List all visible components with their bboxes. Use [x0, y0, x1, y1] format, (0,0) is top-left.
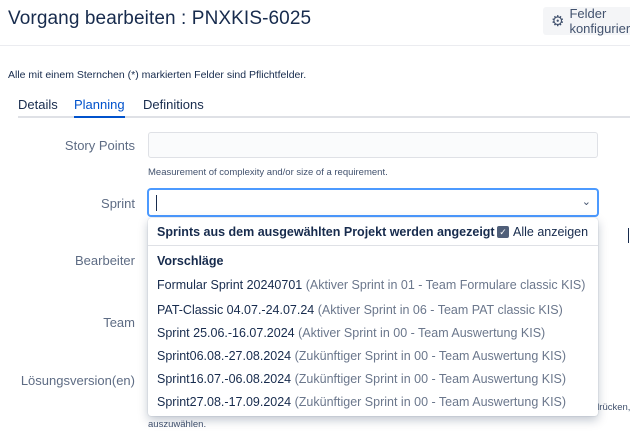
configure-fields-button[interactable]: ⚙ Felder konfigurieren — [543, 6, 630, 36]
story-points-input[interactable] — [148, 132, 598, 158]
sprint-option-info: (Zukünftiger Sprint in 00 - Team Auswert… — [294, 395, 567, 409]
sprint-option-name: Sprint06.08.-27.08.2024 — [157, 349, 292, 363]
sprint-option-name: Formular Sprint 20240701 — [157, 278, 303, 292]
text-caret — [156, 195, 157, 211]
sprint-option[interactable]: Formular Sprint 20240701 (Aktiver Sprint… — [157, 278, 585, 292]
sprint-option-name: Sprint 25.06.-16.07.2024 — [157, 326, 295, 340]
sprint-option-name: Sprint27.08.-17.09.2024 — [157, 395, 292, 409]
gear-icon: ⚙ — [551, 12, 565, 30]
tab-definitions[interactable]: Definitions — [143, 97, 204, 118]
required-fields-note: Alle mit einem Sternchen (*) markierten … — [8, 69, 307, 81]
sprint-option-info: (Zukünftiger Sprint in 00 - Team Auswert… — [294, 349, 567, 363]
sprint-option[interactable]: Sprint06.08.-27.08.2024 (Zukünftiger Spr… — [157, 349, 566, 363]
suggestions-group-label: Vorschläge — [157, 254, 224, 268]
show-all-checkbox-label[interactable]: Alle anzeigen — [513, 225, 588, 239]
sprint-option[interactable]: Sprint27.08.-17.09.2024 (Zukünftiger Spr… — [157, 395, 566, 409]
sprint-option[interactable]: PAT-Classic 04.07.-24.07.24 (Aktiver Spr… — [157, 303, 563, 317]
tab-details[interactable]: Details — [18, 97, 58, 118]
sprint-option-name: PAT-Classic 04.07.-24.07.24 — [157, 303, 315, 317]
sprint-option-info: (Zukünftiger Sprint in 00 - Team Auswert… — [294, 372, 567, 386]
check-icon[interactable]: ✓ — [497, 226, 509, 238]
sprint-option[interactable]: Sprint16.07.-06.08.2024 (Zukünftiger Spr… — [157, 372, 566, 386]
tab-planning[interactable]: Planning — [74, 97, 125, 118]
bearbeiter-label: Bearbeiter — [75, 253, 135, 268]
loesungsversion-help-text: auszuwählen. — [148, 419, 207, 430]
sprint-option-info: (Aktiver Sprint in 01 - Team Formulare c… — [305, 278, 586, 292]
tab-bar: Details Planning Definitions — [18, 97, 630, 118]
team-label: Team — [103, 315, 135, 330]
story-points-label: Story Points — [64, 138, 135, 153]
dropdown-header-text: Sprints aus dem ausgewählten Projekt wer… — [157, 225, 495, 239]
dialog-header: Vorgang bearbeiten : PNXKIS-6025 ⚙ Felde… — [0, 0, 630, 46]
configure-fields-label: Felder konfigurieren — [569, 6, 630, 36]
dropdown-header: Sprints aus dem ausgewählten Projekt wer… — [148, 218, 598, 246]
sprint-option-info: (Aktiver Sprint in 06 - Team PAT classic… — [317, 303, 563, 317]
sprint-option[interactable]: Sprint 25.06.-16.07.2024 (Aktiver Sprint… — [157, 326, 545, 340]
text-caret — [628, 228, 629, 243]
sprint-label: Sprint — [101, 196, 135, 211]
sprint-option-info: (Aktiver Sprint in 00 - Team Auswertung … — [298, 326, 546, 340]
sprint-option-name: Sprint16.07.-06.08.2024 — [157, 372, 292, 386]
loesungsversion-help-fragment: drücken, — [594, 402, 630, 413]
story-points-description: Measurement of complexity and/or size of… — [148, 167, 388, 178]
dialog-title: Vorgang bearbeiten : PNXKIS-6025 — [8, 8, 312, 29]
chevron-down-icon[interactable]: ⌄ — [582, 195, 591, 208]
loesungsversion-label: Lösungsversion(en) — [20, 373, 135, 388]
sprint-select-input[interactable]: ⌄ — [148, 189, 598, 216]
sprint-suggestions-dropdown: Sprints aus dem ausgewählten Projekt wer… — [148, 218, 598, 416]
